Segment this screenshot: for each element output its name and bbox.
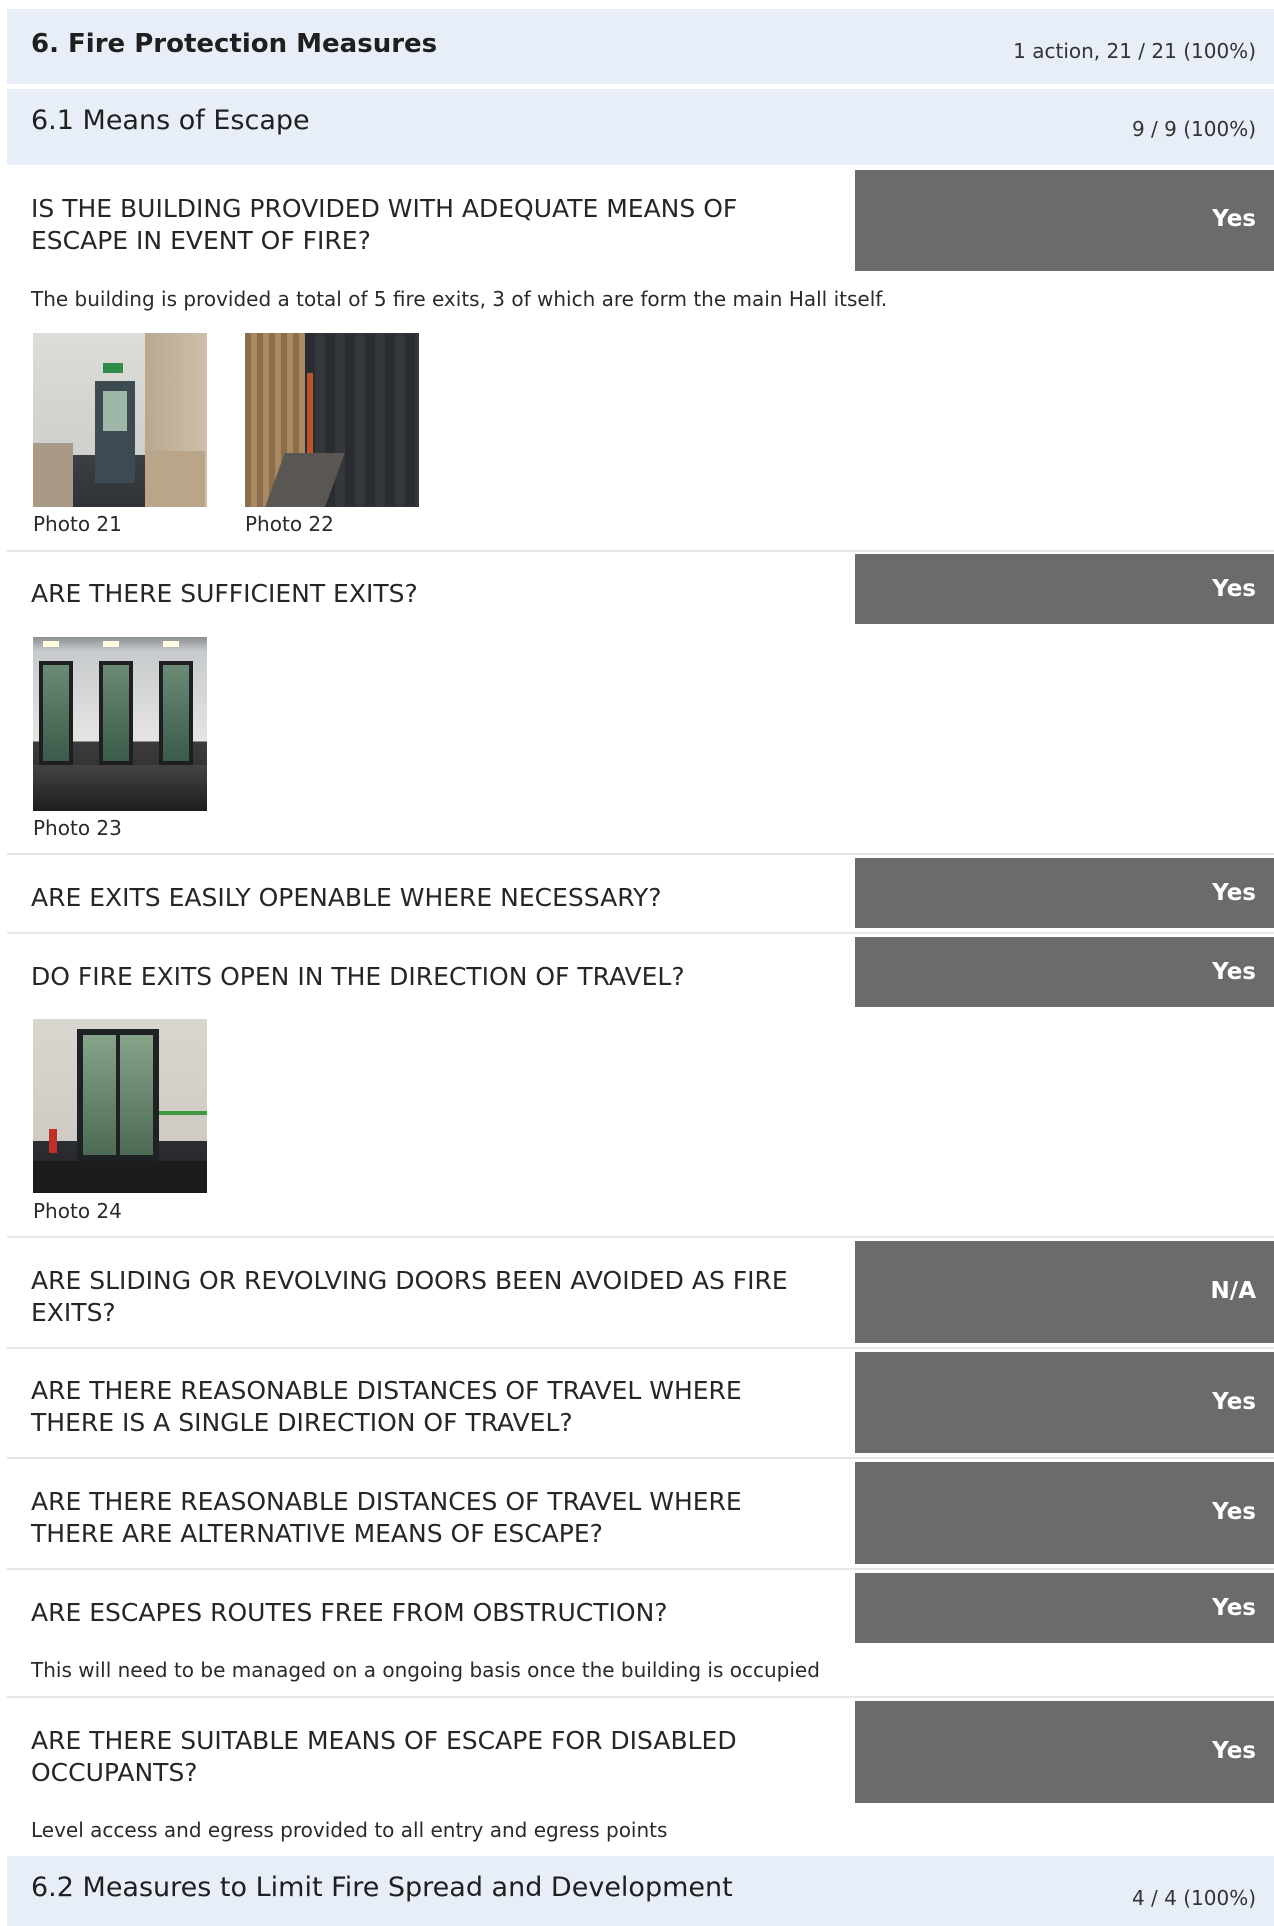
question-text: ARE THERE REASONABLE DISTANCES OF TRAVEL… bbox=[31, 1487, 742, 1548]
question-text: ARE THERE REASONABLE DISTANCES OF TRAVEL… bbox=[31, 1376, 742, 1437]
row-divider bbox=[7, 932, 1274, 934]
question-note: Level access and egress provided to all … bbox=[31, 1818, 668, 1842]
section-header: 6. Fire Protection Measures 1 action, 21… bbox=[7, 9, 1274, 84]
photo-21-image[interactable] bbox=[33, 333, 207, 507]
answer-value: Yes bbox=[1212, 1499, 1256, 1525]
question-text: DO FIRE EXITS OPEN IN THE DIRECTION OF T… bbox=[31, 962, 685, 991]
question-note: The building is provided a total of 5 fi… bbox=[31, 287, 888, 311]
question-text: ARE EXITS EASILY OPENABLE WHERE NECESSAR… bbox=[31, 883, 662, 912]
row-divider bbox=[7, 853, 1274, 855]
subsection-score: 9 / 9 (100%) bbox=[1131, 117, 1256, 141]
answer-badge: Yes bbox=[855, 1462, 1274, 1564]
answer-badge: Yes bbox=[855, 1573, 1274, 1643]
photo-caption: Photo 24 bbox=[33, 1199, 122, 1223]
answer-value: Yes bbox=[1212, 880, 1256, 906]
row-divider bbox=[7, 1457, 1274, 1459]
row-divider bbox=[7, 1568, 1274, 1570]
row-divider bbox=[7, 1696, 1274, 1698]
subsection-score: 4 / 4 (100%) bbox=[1131, 1886, 1256, 1910]
answer-value: Yes bbox=[1212, 576, 1256, 602]
question-text: ARE THERE SUFFICIENT EXITS? bbox=[31, 579, 418, 608]
answer-value: Yes bbox=[1212, 1595, 1256, 1621]
question-text: IS THE BUILDING PROVIDED WITH ADEQUATE M… bbox=[31, 194, 738, 255]
subsection-title: 6.2 Measures to Limit Fire Spread and De… bbox=[31, 1872, 733, 1903]
photo-23-image[interactable] bbox=[33, 637, 207, 811]
answer-badge: Yes bbox=[855, 1352, 1274, 1453]
answer-badge: Yes bbox=[855, 1701, 1274, 1803]
photo-caption: Photo 23 bbox=[33, 816, 122, 840]
answer-badge: Yes bbox=[855, 170, 1274, 271]
answer-badge: Yes bbox=[855, 554, 1274, 624]
answer-value: Yes bbox=[1212, 959, 1256, 985]
answer-badge: N/A bbox=[855, 1241, 1274, 1343]
subsection-header-6-1: 6.1 Means of Escape 9 / 9 (100%) bbox=[7, 89, 1274, 165]
answer-badge: Yes bbox=[855, 937, 1274, 1007]
answer-value: Yes bbox=[1212, 1738, 1256, 1764]
report-page: 6. Fire Protection Measures 1 action, 21… bbox=[0, 0, 1274, 1926]
row-divider bbox=[7, 550, 1274, 552]
question-text: ARE SLIDING OR REVOLVING DOORS BEEN AVOI… bbox=[31, 1266, 788, 1327]
section-score: 1 action, 21 / 21 (100%) bbox=[1013, 39, 1256, 63]
section-title: 6. Fire Protection Measures bbox=[31, 29, 438, 59]
answer-badge: Yes bbox=[855, 858, 1274, 928]
question-text: ARE THERE SUITABLE MEANS OF ESCAPE FOR D… bbox=[31, 1726, 737, 1787]
answer-value: Yes bbox=[1212, 1389, 1256, 1415]
subsection-title: 6.1 Means of Escape bbox=[31, 105, 310, 136]
answer-value: Yes bbox=[1212, 206, 1256, 232]
photo-caption: Photo 21 bbox=[33, 512, 122, 536]
answer-value: N/A bbox=[1210, 1278, 1256, 1304]
question-note: This will need to be managed on a ongoin… bbox=[31, 1658, 820, 1682]
row-divider bbox=[7, 1236, 1274, 1238]
photo-22-image[interactable] bbox=[245, 333, 419, 507]
question-text: ARE ESCAPES ROUTES FREE FROM OBSTRUCTION… bbox=[31, 1598, 668, 1627]
photo-caption: Photo 22 bbox=[245, 512, 334, 536]
photo-24-image[interactable] bbox=[33, 1019, 207, 1193]
row-divider bbox=[7, 1347, 1274, 1349]
subsection-header-6-2: 6.2 Measures to Limit Fire Spread and De… bbox=[7, 1856, 1274, 1926]
